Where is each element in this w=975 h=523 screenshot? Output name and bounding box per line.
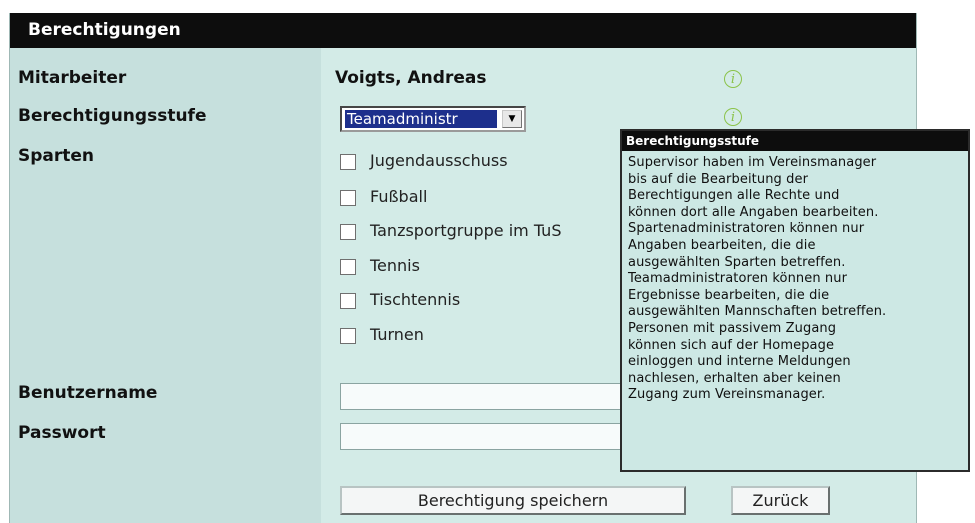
sparte-label: Fußball (370, 187, 428, 206)
tooltip-line: Spartenadministratoren können nur (628, 221, 865, 237)
sparte-checkbox[interactable] (340, 328, 356, 344)
benutzername-input[interactable] (340, 383, 630, 410)
help-tooltip: Berechtigungsstufe Supervisor haben im V… (620, 129, 970, 472)
berechtigungsstufe-select[interactable]: Teamadministr ▼ (340, 106, 526, 132)
tooltip-line: ausgewählten Sparten betreffen. (628, 254, 846, 270)
sparte-checkbox[interactable] (340, 259, 356, 275)
tooltip-line: können sich auf der Homepage (628, 337, 835, 353)
tooltip-line: Personen mit passivem Zugang (628, 320, 837, 336)
sparte-label: Jugendausschuss (370, 151, 508, 170)
tooltip-line: bis auf die Bearbeitung der (628, 171, 809, 187)
chevron-down-icon[interactable]: ▼ (502, 110, 522, 128)
tooltip-line: Angaben bearbeiten, die die (628, 237, 816, 253)
sparte-label: Tischtennis (370, 290, 461, 309)
tooltip-line: Teamadministratoren können nur (628, 271, 848, 287)
info-icon[interactable]: i (724, 70, 742, 88)
sparte-checkbox[interactable] (340, 190, 356, 206)
sparte-label: Tennis (370, 256, 420, 275)
tooltip-line: Ergebnisse bearbeiten, die die (628, 287, 830, 303)
tooltip-line: Berechtigungen alle Rechte und (628, 188, 840, 204)
info-icon[interactable]: i (724, 108, 742, 126)
tooltip-line: einloggen und interne Meldungen (628, 354, 851, 370)
save-button[interactable]: Berechtigung speichern (340, 486, 686, 515)
back-button[interactable]: Zurück (731, 486, 830, 515)
sparte-checkbox[interactable] (340, 154, 356, 170)
sparten-label: Sparten (18, 146, 95, 166)
benutzername-label: Benutzername (18, 383, 158, 403)
tooltip-line: Zugang zum Vereinsmanager. (628, 387, 826, 403)
tooltip-line: ausgewählten Mannschaften betreffen. (628, 304, 887, 320)
tooltip-line: Supervisor haben im Vereinsmanager (628, 155, 877, 170)
sparte-label: Turnen (370, 325, 424, 344)
tooltip-line: nachlesen, erhalten aber keinen (628, 370, 841, 386)
tooltip-body: Supervisor haben im Vereinsmanager bis a… (622, 151, 968, 404)
sparte-checkbox[interactable] (340, 293, 356, 309)
mitarbeiter-label: Mitarbeiter (18, 68, 127, 88)
passwort-label: Passwort (18, 423, 106, 443)
mitarbeiter-value: Voigts, Andreas (335, 68, 487, 88)
sparte-label: Tanzsportgruppe im TuS (370, 221, 562, 240)
berechtigungsstufe-label: Berechtigungsstufe (18, 106, 207, 126)
tooltip-line: können dort alle Angaben bearbeiten. (628, 204, 879, 220)
sparte-checkbox[interactable] (340, 224, 356, 240)
select-value: Teamadministr (345, 110, 497, 128)
panel-title: Berechtigungen (10, 13, 916, 48)
passwort-input[interactable] (340, 423, 630, 450)
tooltip-title: Berechtigungsstufe (622, 131, 968, 151)
